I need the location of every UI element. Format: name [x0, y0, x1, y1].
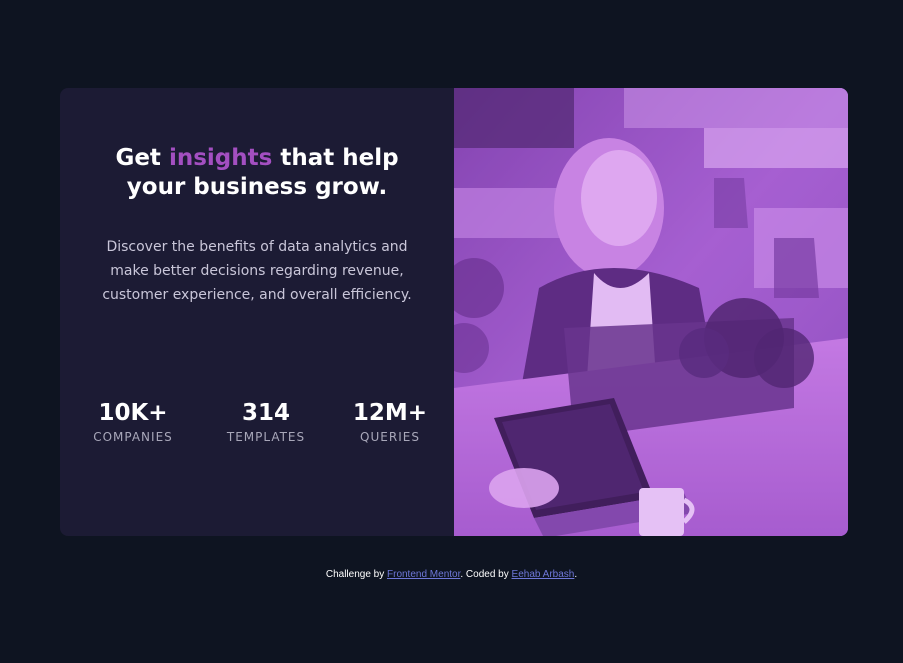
office-photo-illustration — [454, 88, 848, 536]
frontend-mentor-link[interactable]: Frontend Mentor — [387, 569, 460, 580]
headline-accent: insights — [168, 145, 273, 171]
description: Discover the benefits of data analytics … — [102, 239, 412, 303]
headline: Get insights that help your business gro… — [90, 144, 424, 202]
stat-label: COMPANIES — [93, 430, 173, 444]
stat-value: 12M+ — [352, 400, 428, 426]
stat-value: 10K+ — [98, 400, 168, 426]
author-link[interactable]: Eehab Arbash — [512, 569, 575, 580]
stat-companies: 10K+ COMPANIES — [73, 398, 193, 444]
header-image — [454, 88, 848, 536]
stat-value: 314 — [241, 400, 290, 426]
stat-label: TEMPLATES — [226, 430, 306, 444]
attribution-footer: Challenge by Frontend Mentor. Coded by E… — [0, 569, 903, 580]
coded-prefix: . Coded by — [460, 569, 509, 580]
stat-label: QUERIES — [360, 430, 420, 444]
stats-preview-card: Get insights that help your business gro… — [60, 88, 848, 536]
card-content: Get insights that help your business gro… — [60, 88, 454, 536]
challenge-prefix: Challenge by — [325, 569, 385, 580]
stat-templates: 314 TEMPLATES — [206, 398, 326, 444]
stat-queries: 12M+ QUERIES — [330, 398, 450, 444]
footer-end: . — [574, 569, 578, 580]
headline-prefix: Get — [115, 145, 161, 171]
